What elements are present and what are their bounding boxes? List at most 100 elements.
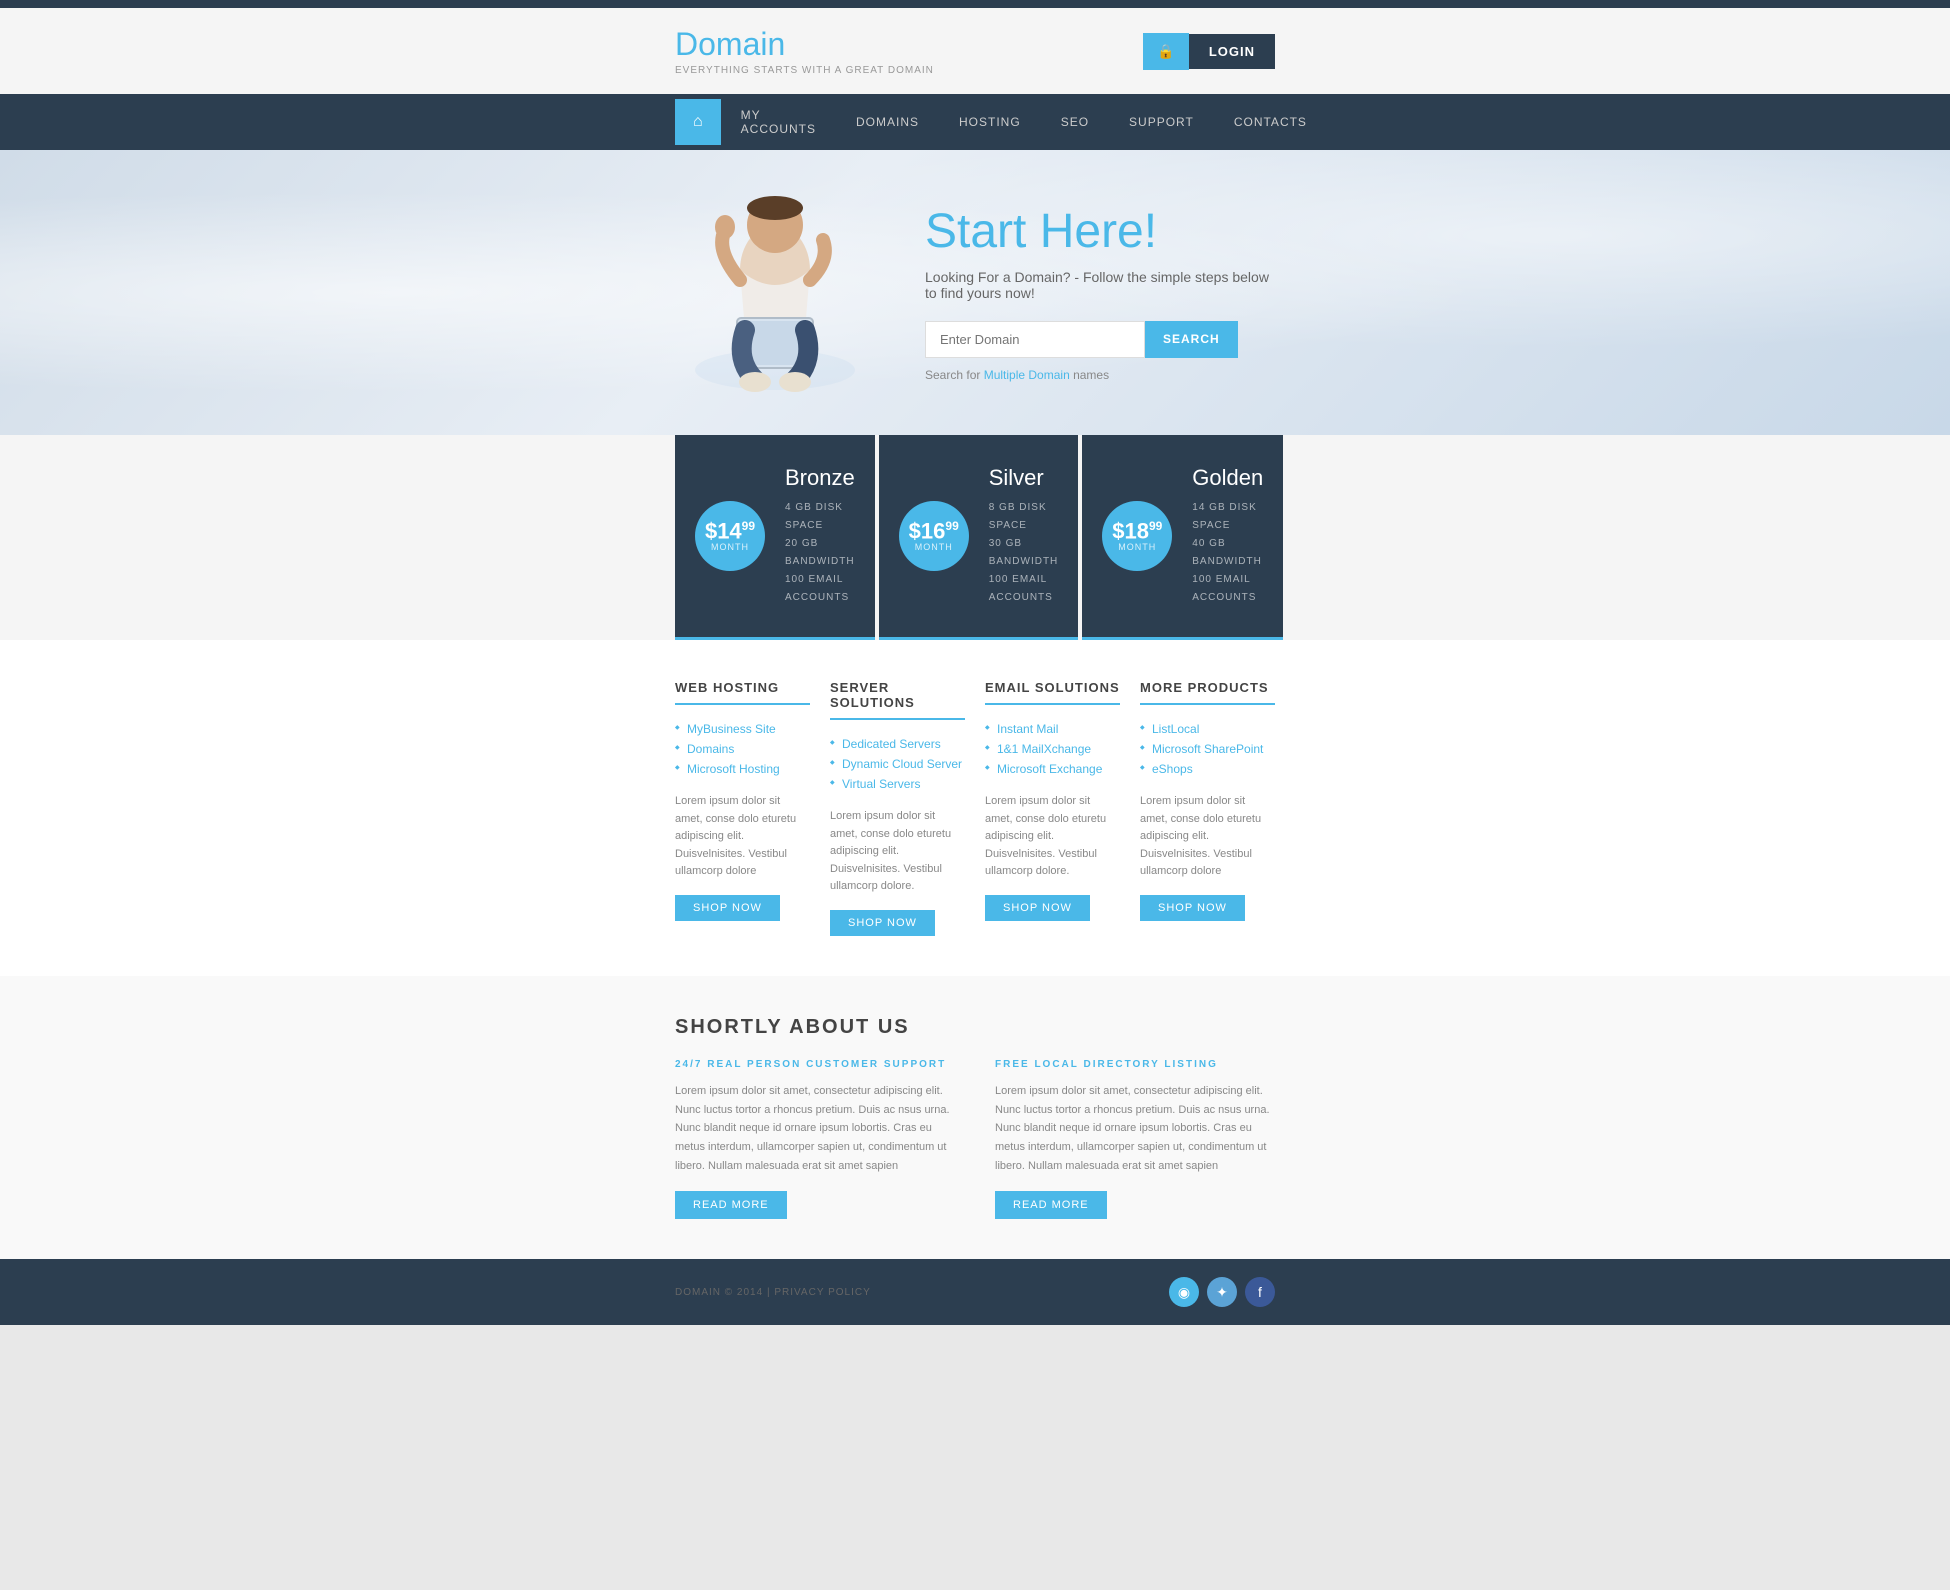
shop-now-button[interactable]: SHOP NOW: [830, 910, 935, 936]
login-button[interactable]: LOGIN: [1189, 34, 1275, 69]
logo-letter: D: [675, 26, 698, 62]
nav-item-hosting[interactable]: HOSTING: [939, 101, 1041, 143]
shop-now-button[interactable]: SHOP NOW: [675, 895, 780, 921]
footer: DOMAIN © 2014 | PRIVACY POLICY ◉ ✦ f: [0, 1259, 1950, 1325]
multiple-domain-link[interactable]: Multiple Domain: [984, 368, 1070, 382]
plan-price: $1499: [705, 520, 755, 542]
pricing-plan: $1899 month Golden 14 GB DISK SPACE40 GB…: [1082, 435, 1283, 640]
search-note: Search for Multiple Domain names: [925, 368, 1275, 382]
plan-feature: 14 GB DISK SPACE: [1192, 499, 1263, 535]
nav-item-contacts[interactable]: CONTACTS: [1214, 101, 1327, 143]
nav-home[interactable]: ⌂: [675, 99, 721, 145]
services-section: WEB HOSTING MyBusiness SiteDomainsMicros…: [0, 640, 1950, 976]
plan-feature: 100 EMAIL ACCOUNTS: [785, 571, 855, 607]
plan-name: Golden: [1192, 465, 1263, 491]
service-list-item[interactable]: ListLocal: [1140, 719, 1275, 739]
plan-feature: 8 GB DISK SPACE: [989, 499, 1059, 535]
plan-info: Golden 14 GB DISK SPACE40 GB BANDWIDTH10…: [1192, 465, 1263, 607]
read-more-button[interactable]: READ MORE: [995, 1191, 1107, 1219]
plan-price-circle: $1899 month: [1102, 501, 1172, 571]
service-list-item[interactable]: Domains: [675, 739, 810, 759]
service-title: WEB HOSTING: [675, 680, 810, 705]
plan-feature: 4 GB DISK SPACE: [785, 499, 855, 535]
plan-name: Bronze: [785, 465, 855, 491]
nav-item-domains[interactable]: DOMAINS: [836, 101, 939, 143]
service-description: Lorem ipsum dolor sit amet, conse dolo e…: [675, 793, 810, 881]
social-links: ◉ ✦ f: [1169, 1277, 1275, 1307]
plan-feature: 100 EMAIL ACCOUNTS: [989, 571, 1059, 607]
plan-info: Bronze 4 GB DISK SPACE20 GB BANDWIDTH100…: [785, 465, 855, 607]
about-subtitle: 24/7 REAL PERSON CUSTOMER SUPPORT: [675, 1059, 955, 1070]
service-title: EMAIL SOLUTIONS: [985, 680, 1120, 705]
about-text: Lorem ipsum dolor sit amet, consectetur …: [675, 1082, 955, 1175]
lock-button[interactable]: 🔒: [1143, 33, 1188, 70]
service-list-item[interactable]: 1&1 MailXchange: [985, 739, 1120, 759]
plan-period: month: [915, 542, 953, 552]
service-list-item[interactable]: eShops: [1140, 759, 1275, 779]
logo: Domain EVERYTHING STARTS WITH A GREAT DO…: [675, 26, 934, 76]
service-list-item[interactable]: Microsoft SharePoint: [1140, 739, 1275, 759]
service-list-item[interactable]: Dynamic Cloud Server: [830, 754, 965, 774]
service-description: Lorem ipsum dolor sit amet, conse dolo e…: [1140, 793, 1275, 881]
about-column: FREE LOCAL DIRECTORY LISTING Lorem ipsum…: [995, 1059, 1275, 1219]
logo-rest: omain: [698, 26, 785, 62]
about-title: SHORTLY ABOUT US: [675, 1016, 1275, 1039]
social-rss-icon[interactable]: ◉: [1169, 1277, 1199, 1307]
nav-item-seo[interactable]: SEO: [1041, 101, 1109, 143]
service-description: Lorem ipsum dolor sit amet, conse dolo e…: [985, 793, 1120, 881]
service-list-item[interactable]: Microsoft Hosting: [675, 759, 810, 779]
hero-person: [675, 170, 895, 415]
service-column: EMAIL SOLUTIONS Instant Mail1&1 MailXcha…: [985, 680, 1120, 936]
person-illustration: [675, 170, 875, 410]
service-list-item[interactable]: MyBusiness Site: [675, 719, 810, 739]
about-text: Lorem ipsum dolor sit amet, consectetur …: [995, 1082, 1275, 1175]
service-column: SERVER SOLUTIONS Dedicated ServersDynami…: [830, 680, 965, 936]
footer-copyright: DOMAIN © 2014 | PRIVACY POLICY: [675, 1287, 871, 1298]
nav-item-support[interactable]: SUPPORT: [1109, 101, 1214, 143]
nav-item-accounts[interactable]: MY ACCOUNTS: [721, 94, 836, 150]
plan-period: month: [1118, 542, 1156, 552]
service-list: ListLocalMicrosoft SharePointeShops: [1140, 719, 1275, 779]
plan-price-circle: $1699 month: [899, 501, 969, 571]
social-facebook-icon[interactable]: f: [1245, 1277, 1275, 1307]
plan-info: Silver 8 GB DISK SPACE30 GB BANDWIDTH100…: [989, 465, 1059, 607]
shop-now-button[interactable]: SHOP NOW: [1140, 895, 1245, 921]
plan-feature: 100 EMAIL ACCOUNTS: [1192, 571, 1263, 607]
top-bar: [0, 0, 1950, 8]
pricing-plan: $1699 month Silver 8 GB DISK SPACE30 GB …: [879, 435, 1079, 640]
plan-period: month: [711, 542, 749, 552]
search-button[interactable]: SEARCH: [1145, 321, 1238, 358]
about-column: 24/7 REAL PERSON CUSTOMER SUPPORT Lorem …: [675, 1059, 955, 1219]
service-list: MyBusiness SiteDomainsMicrosoft Hosting: [675, 719, 810, 779]
service-list-item[interactable]: Dedicated Servers: [830, 734, 965, 754]
shop-now-button[interactable]: SHOP NOW: [985, 895, 1090, 921]
service-title: SERVER SOLUTIONS: [830, 680, 965, 720]
plan-feature: 20 GB BANDWIDTH: [785, 535, 855, 571]
login-area: 🔒 LOGIN: [1143, 33, 1275, 70]
service-description: Lorem ipsum dolor sit amet, conse dolo e…: [830, 808, 965, 896]
service-list-item[interactable]: Microsoft Exchange: [985, 759, 1120, 779]
about-subtitle: FREE LOCAL DIRECTORY LISTING: [995, 1059, 1275, 1070]
plan-features: 8 GB DISK SPACE30 GB BANDWIDTH100 EMAIL …: [989, 499, 1059, 607]
social-twitter-icon[interactable]: ✦: [1207, 1277, 1237, 1307]
service-list: Instant Mail1&1 MailXchangeMicrosoft Exc…: [985, 719, 1120, 779]
service-title: MORE PRODUCTS: [1140, 680, 1275, 705]
plan-feature: 30 GB BANDWIDTH: [989, 535, 1059, 571]
hero-title: Start Here!: [925, 204, 1275, 259]
about-section: SHORTLY ABOUT US 24/7 REAL PERSON CUSTOM…: [0, 976, 1950, 1259]
plan-features: 4 GB DISK SPACE20 GB BANDWIDTH100 EMAIL …: [785, 499, 855, 607]
plan-price: $1699: [909, 520, 959, 542]
plan-name: Silver: [989, 465, 1059, 491]
service-column: MORE PRODUCTS ListLocalMicrosoft SharePo…: [1140, 680, 1275, 936]
pricing-plan: $1499 month Bronze 4 GB DISK SPACE20 GB …: [675, 435, 875, 640]
hero-section: Start Here! Looking For a Domain? - Foll…: [0, 150, 1950, 435]
read-more-button[interactable]: READ MORE: [675, 1191, 787, 1219]
plan-feature: 40 GB BANDWIDTH: [1192, 535, 1263, 571]
service-list: Dedicated ServersDynamic Cloud ServerVir…: [830, 734, 965, 794]
domain-search-input[interactable]: [925, 321, 1145, 358]
hero-content: Start Here! Looking For a Domain? - Foll…: [895, 204, 1275, 382]
service-list-item[interactable]: Virtual Servers: [830, 774, 965, 794]
service-list-item[interactable]: Instant Mail: [985, 719, 1120, 739]
service-column: WEB HOSTING MyBusiness SiteDomainsMicros…: [675, 680, 810, 936]
domain-search-area: SEARCH: [925, 321, 1275, 358]
